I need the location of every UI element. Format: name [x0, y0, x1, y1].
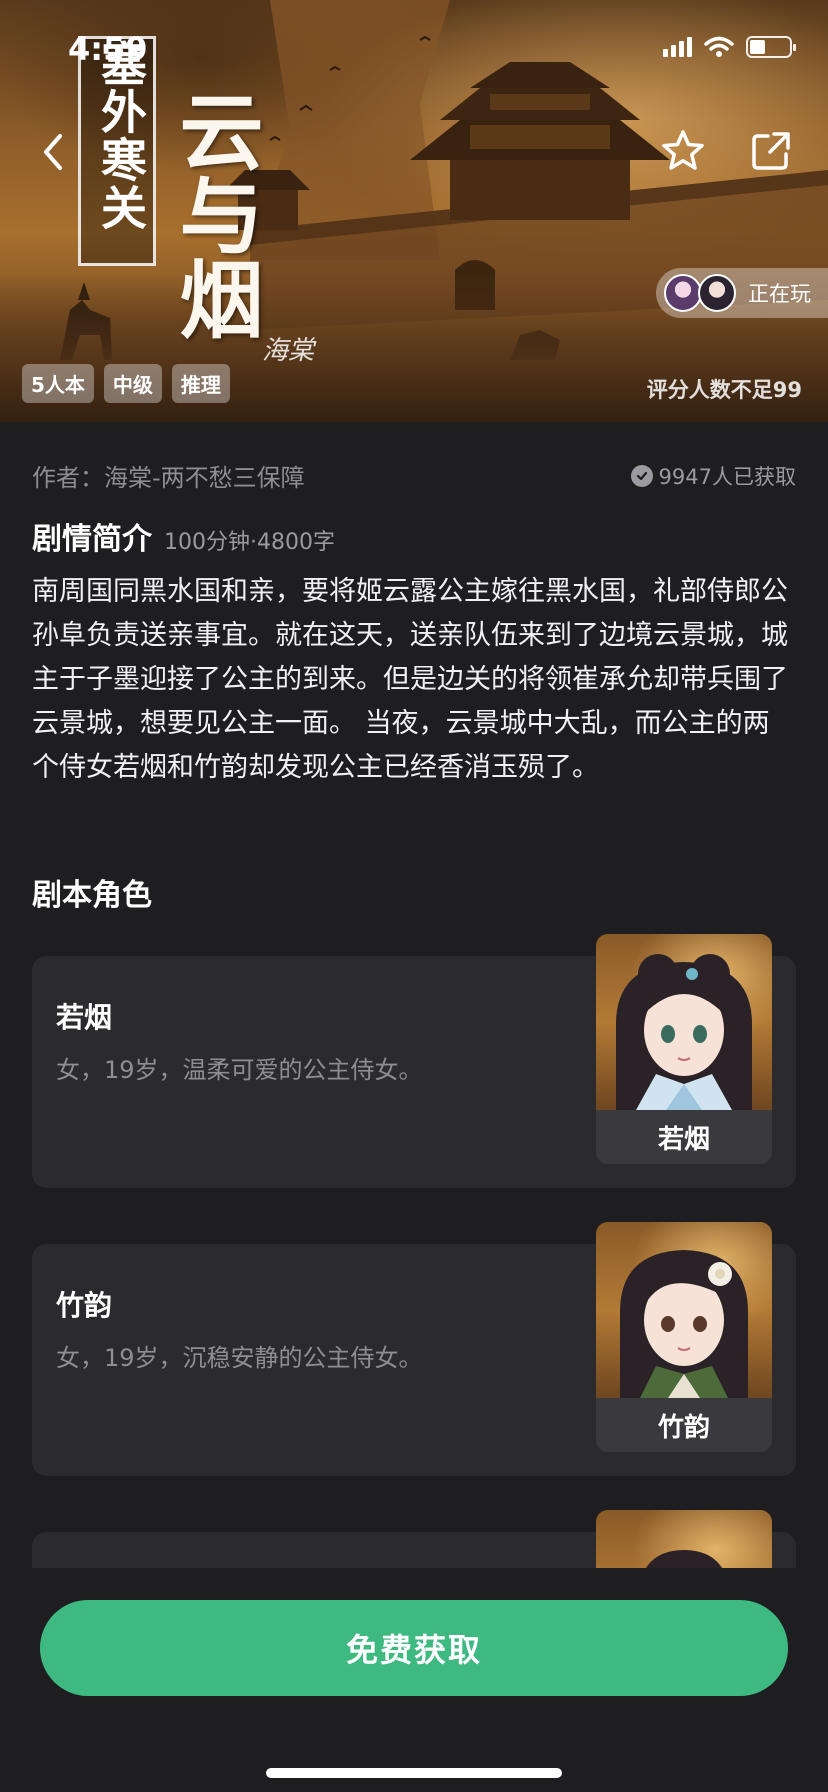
obtained-count: 9947人已获取: [630, 461, 796, 491]
now-playing-pill[interactable]: 正在玩: [656, 268, 828, 318]
back-arrow-icon[interactable]: [36, 128, 72, 176]
author-row: 作者：海棠-两不愁三保障 9947人已获取: [32, 458, 796, 493]
avatar: [664, 274, 702, 312]
synopsis-text: 南周国同黑水国和亲，要将姬云露公主嫁往黑水国，礼部侍郎公孙阜负责送亲事宜。就在这…: [32, 576, 788, 783]
character-portrait-ruoyan: [616, 954, 752, 1110]
author-label[interactable]: 作者：海棠-两不愁三保障: [32, 458, 305, 493]
status-icons: [663, 36, 796, 58]
role-desc: 女，19岁，温柔可爱的公主侍女。: [56, 1056, 423, 1084]
status-time: 4:59: [68, 30, 148, 68]
synopsis-header: 剧情简介 100分钟·4800字: [32, 514, 335, 558]
role-name: 竹韵: [56, 1289, 113, 1322]
tag-level: 中级: [103, 364, 162, 403]
cover-signature: 海棠: [262, 336, 315, 366]
portrait-label: 若烟: [596, 1110, 772, 1164]
role-portrait[interactable]: 若烟: [596, 934, 772, 1164]
check-circle-icon: [630, 464, 653, 487]
home-indicator[interactable]: [266, 1768, 562, 1778]
favorite-star-icon[interactable]: [660, 128, 706, 174]
cover-title: 云与烟: [166, 88, 265, 340]
synopsis-title: 剧情简介: [32, 522, 152, 557]
rating-note: 评分人数不足99: [646, 378, 802, 402]
free-get-button[interactable]: 免费获取: [40, 1600, 788, 1696]
role-desc: 女，19岁，沉稳安静的公主侍女。: [56, 1344, 423, 1372]
role-portrait[interactable]: 竹韵: [596, 1222, 772, 1452]
battery-icon: [746, 36, 796, 58]
obtained-text: 9947人已获取: [658, 464, 796, 489]
tag-genre: 推理: [171, 364, 230, 403]
role-name: 若烟: [56, 1001, 113, 1034]
character-portrait-zhuyun: [620, 1250, 748, 1398]
synopsis-meta: 100分钟·4800字: [164, 530, 335, 555]
roles-title: 剧本角色: [32, 878, 152, 913]
cover-subtitle-vertical: 塞外寒关: [94, 40, 148, 232]
share-icon[interactable]: [750, 130, 792, 172]
wifi-icon: [704, 36, 734, 57]
signal-icon: [663, 37, 692, 57]
bottom-bar: 免费获取: [0, 1568, 828, 1792]
script-tags: 5人本 中级 推理: [22, 364, 230, 403]
tag-players: 5人本: [22, 364, 94, 403]
now-playing-label: 正在玩: [748, 282, 811, 306]
portrait-label: 竹韵: [596, 1398, 772, 1452]
avatar: [698, 274, 736, 312]
